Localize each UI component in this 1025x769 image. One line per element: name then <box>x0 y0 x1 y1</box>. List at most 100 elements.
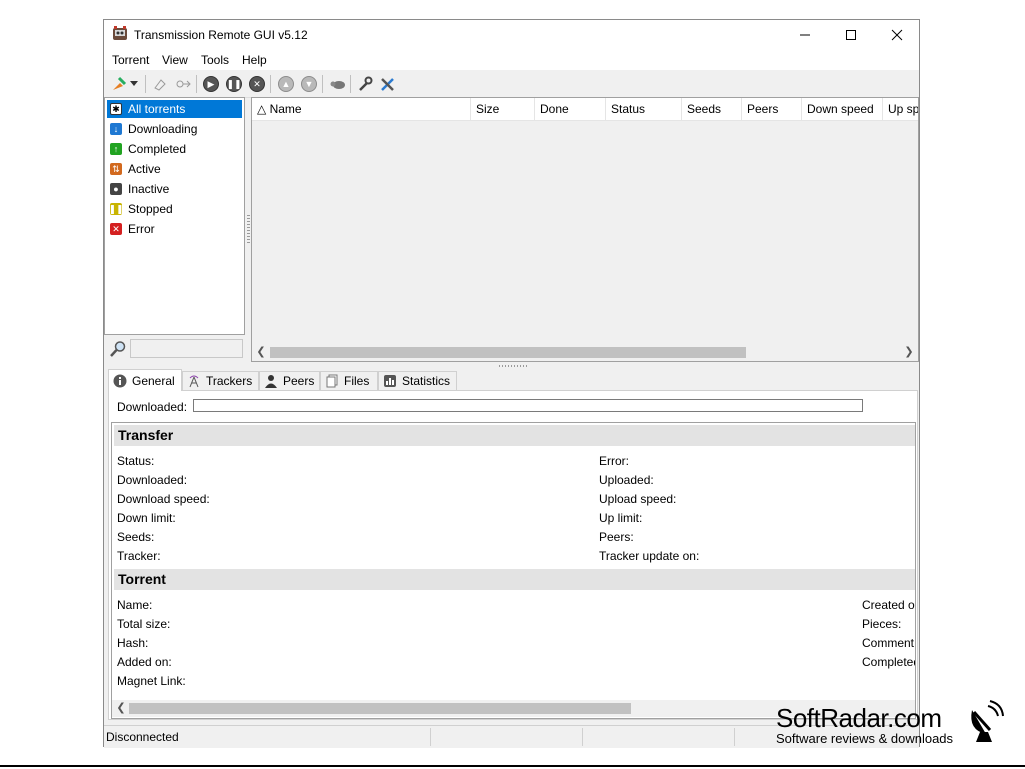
torrent-heading: Torrent <box>114 569 915 590</box>
scrollbar-thumb[interactable] <box>270 347 746 358</box>
menu-view[interactable]: View <box>162 53 188 67</box>
filter-completed[interactable]: ↑ Completed <box>107 140 242 158</box>
move-up-icon: ▲ <box>278 76 294 92</box>
field-magnet-link: Magnet Link: <box>117 674 186 688</box>
add-link-button[interactable] <box>150 74 170 94</box>
filter-label: Error <box>128 222 155 236</box>
connection-status: Disconnected <box>104 728 431 746</box>
field-seeds: Seeds: <box>117 530 155 544</box>
tab-trackers[interactable]: Trackers <box>182 371 259 390</box>
menu-bar: Torrent View Tools Help <box>104 50 919 70</box>
field-up-limit: Up limit: <box>599 511 643 525</box>
stop-icon: ✕ <box>249 76 265 92</box>
field-peers: Peers: <box>599 530 634 544</box>
filter-search-input[interactable] <box>130 339 243 358</box>
column-name[interactable]: △ Name <box>252 98 471 120</box>
maximize-button[interactable] <box>828 20 874 50</box>
peers-icon <box>264 374 278 388</box>
column-done[interactable]: Done <box>535 98 606 120</box>
maximize-icon <box>846 30 856 40</box>
filter-label: Downloading <box>128 122 198 136</box>
add-torrent-button[interactable] <box>109 74 129 94</box>
toolbar-separator <box>270 75 271 93</box>
close-button[interactable] <box>874 20 920 50</box>
move-up-button[interactable]: ▲ <box>276 74 296 94</box>
pause-button[interactable]: ❚❚ <box>224 74 244 94</box>
scroll-right-icon[interactable]: ❯ <box>902 345 916 358</box>
toolbar: ▶ ❚❚ ✕ ▲ ▼ <box>104 70 919 98</box>
tab-label: Trackers <box>206 374 253 388</box>
start-icon: ▶ <box>203 76 219 92</box>
tab-general[interactable]: General <box>108 369 182 391</box>
window-title: Transmission Remote GUI v5.12 <box>134 28 308 42</box>
filter-downloading[interactable]: ↓ Downloading <box>107 120 242 138</box>
scrollbar-thumb[interactable] <box>129 703 631 714</box>
field-error: Error: <box>599 454 629 468</box>
toolbar-separator <box>145 75 146 93</box>
transfer-heading: Transfer <box>114 425 915 446</box>
satellite-dish-icon <box>971 700 1004 742</box>
speed-limit-icon <box>330 81 345 89</box>
options-icon <box>359 76 373 91</box>
torrent-list[interactable]: △ Name Size Done Status Seeds Peers Down… <box>251 97 919 362</box>
connection-settings-icon <box>381 78 394 91</box>
field-pieces: Pieces: <box>862 617 902 631</box>
move-down-icon: ▼ <box>301 76 317 92</box>
stop-button[interactable]: ✕ <box>247 74 267 94</box>
filter-inactive[interactable]: ● Inactive <box>107 180 242 198</box>
filter-active[interactable]: ⇅ Active <box>107 160 242 178</box>
status-cell <box>583 728 735 746</box>
menu-tools[interactable]: Tools <box>201 53 229 67</box>
details-scroll-area[interactable]: Transfer Status: Downloaded: Download sp… <box>111 422 916 719</box>
menu-torrent[interactable]: Torrent <box>112 53 149 67</box>
move-torrent-button[interactable] <box>173 74 193 94</box>
tab-files[interactable]: Files <box>320 371 378 390</box>
column-up-speed[interactable]: Up spe <box>883 98 918 120</box>
menu-help[interactable]: Help <box>242 53 267 67</box>
column-peers[interactable]: Peers <box>742 98 802 120</box>
toolbar-separator <box>196 75 197 93</box>
field-down-limit: Down limit: <box>117 511 176 525</box>
statistics-icon <box>383 374 397 388</box>
watermark-subtitle: Software reviews & downloads <box>776 731 954 746</box>
app-window: Transmission Remote GUI v5.12 Torrent Vi… <box>103 19 920 748</box>
tab-label: Statistics <box>402 374 451 388</box>
move-icon <box>176 80 191 88</box>
add-torrent-icon <box>113 76 127 90</box>
tracker-icon <box>187 374 201 388</box>
filter-label: Inactive <box>128 182 170 196</box>
scroll-left-icon[interactable]: ❮ <box>254 345 268 358</box>
filter-stopped[interactable]: ❚❚ Stopped <box>107 200 242 218</box>
minimize-button[interactable] <box>782 20 828 50</box>
title-bar[interactable]: Transmission Remote GUI v5.12 <box>104 20 919 50</box>
column-seeds[interactable]: Seeds <box>682 98 742 120</box>
tab-peers[interactable]: Peers <box>259 371 320 390</box>
pause-icon: ❚❚ <box>226 76 242 92</box>
field-status: Status: <box>117 454 155 468</box>
field-name: Name: <box>117 598 153 612</box>
field-comment: Comment: <box>862 636 916 650</box>
field-tracker-update: Tracker update on: <box>599 549 700 563</box>
speed-limit-button[interactable] <box>328 74 348 94</box>
field-downloaded: Downloaded: <box>117 473 188 487</box>
field-download-speed: Download speed: <box>117 492 210 506</box>
torrent-list-hscrollbar[interactable]: ❮ ❯ <box>252 344 918 361</box>
filter-all-torrents[interactable]: ✱ All torrents <box>107 100 242 118</box>
column-down-speed[interactable]: Down speed <box>802 98 883 120</box>
options-button[interactable] <box>355 74 375 94</box>
scroll-left-icon[interactable]: ❮ <box>114 701 128 714</box>
filter-error[interactable]: ✕ Error <box>107 220 242 238</box>
vertical-splitter[interactable] <box>247 215 250 243</box>
field-upload-speed: Upload speed: <box>599 492 677 506</box>
tab-statistics[interactable]: Statistics <box>378 371 457 390</box>
connection-settings-button[interactable] <box>378 74 398 94</box>
column-status[interactable]: Status <box>606 98 682 120</box>
column-size[interactable]: Size <box>471 98 535 120</box>
horizontal-splitter[interactable] <box>499 365 527 367</box>
start-button[interactable]: ▶ <box>201 74 221 94</box>
field-tracker: Tracker: <box>117 549 161 563</box>
add-torrent-dropdown[interactable] <box>128 74 140 94</box>
tab-label: Peers <box>283 374 315 388</box>
move-down-button[interactable]: ▼ <box>299 74 319 94</box>
completed-icon: ↑ <box>110 143 122 155</box>
